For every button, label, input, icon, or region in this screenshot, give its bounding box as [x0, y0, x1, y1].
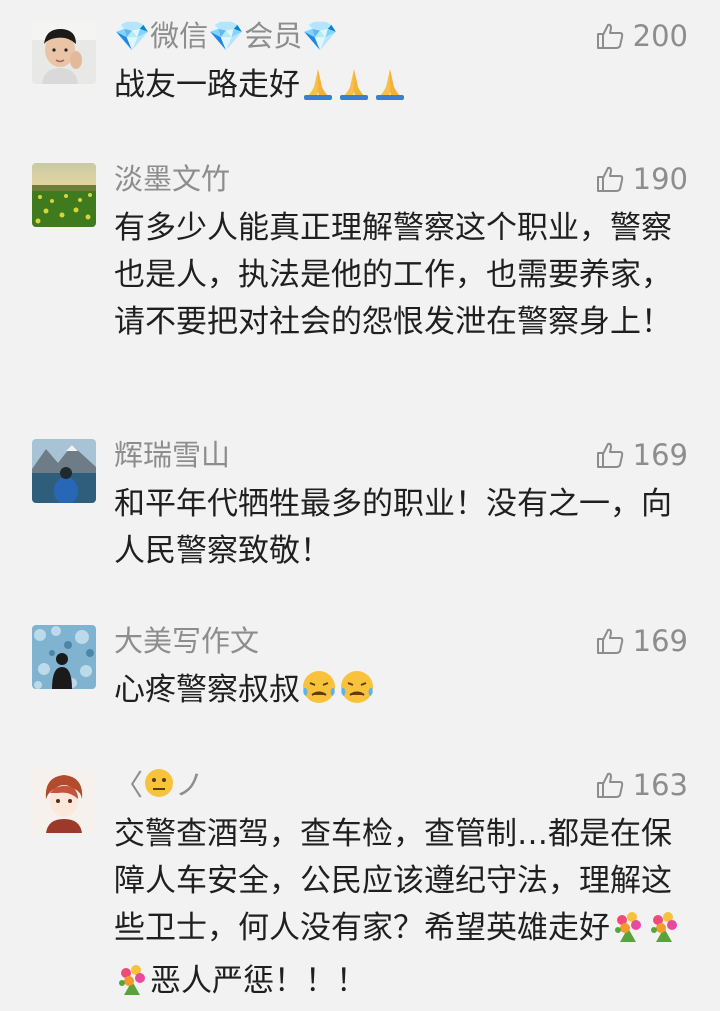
username[interactable]: 大美写作文 [114, 623, 259, 659]
like-count: 190 [632, 162, 688, 196]
thumbs-up-icon [596, 772, 623, 798]
crying-face-emoji [300, 668, 338, 720]
avatar[interactable] [32, 439, 96, 503]
thumbs-up-icon [596, 628, 623, 654]
comment-text: 战友一路走好 [114, 62, 684, 115]
avatar-image [32, 163, 96, 227]
comment-text: 心疼警察叔叔 [114, 667, 684, 720]
comment-text: 有多少人能真正理解警察这个职业，警察也是人，执法是他的工作，也需要养家，请不要把… [114, 210, 672, 340]
avatar-image [32, 769, 96, 833]
username[interactable]: 💎微信💎会员💎 [114, 18, 338, 54]
comment-text-content: 战友一路走好 [114, 67, 300, 103]
folded-hands-emoji [372, 65, 408, 115]
thumbs-up-icon [596, 166, 623, 192]
avatar[interactable] [32, 163, 96, 227]
avatar-image [32, 625, 96, 689]
avatar-image [32, 439, 96, 503]
comment-text-content: 交警查酒驾，查车检，查管制…都是在保障人车安全，公民应该遵纪守法，理解这些卫士，… [114, 816, 672, 946]
avatar[interactable] [32, 20, 96, 84]
bouquet-emoji [114, 961, 150, 1011]
like-count: 163 [632, 768, 688, 802]
comment-text: 和平年代牺牲最多的职业！没有之一，向人民警察致敬！ [114, 486, 672, 569]
username-suffix: ノ [175, 768, 205, 802]
username[interactable]: 〈ノ [114, 767, 204, 807]
crying-face-emoji [338, 668, 376, 720]
avatar-image [32, 20, 96, 84]
comment-text: 交警查酒驾，查车检，查管制…都是在保障人车安全，公民应该遵纪守法，理解这些卫士，… [114, 811, 684, 1011]
like-count: 169 [632, 438, 688, 472]
like-button[interactable]: 190 [595, 161, 688, 197]
thumbs-up-icon [596, 23, 623, 49]
like-count: 169 [632, 624, 688, 658]
username[interactable]: 淡墨文竹 [114, 161, 230, 197]
username[interactable]: 辉瑞雪山 [114, 437, 230, 473]
like-button[interactable]: 200 [595, 18, 688, 54]
folded-hands-emoji [300, 65, 336, 115]
comment-text-content: 心疼警察叔叔 [114, 672, 300, 708]
like-button[interactable]: 163 [595, 767, 688, 803]
avatar[interactable] [32, 625, 96, 689]
like-button[interactable]: 169 [595, 623, 688, 659]
comment-text-tail: 恶人严惩！！！ [150, 963, 367, 999]
folded-hands-emoji [336, 65, 372, 115]
avatar[interactable] [32, 769, 96, 833]
bouquet-emoji [610, 908, 646, 958]
like-button[interactable]: 169 [595, 437, 688, 473]
like-count: 200 [632, 19, 688, 53]
username-prefix: 〈 [114, 768, 144, 802]
neutral-face-emoji [143, 767, 175, 807]
bouquet-emoji [646, 908, 682, 958]
thumbs-up-icon [596, 442, 623, 468]
